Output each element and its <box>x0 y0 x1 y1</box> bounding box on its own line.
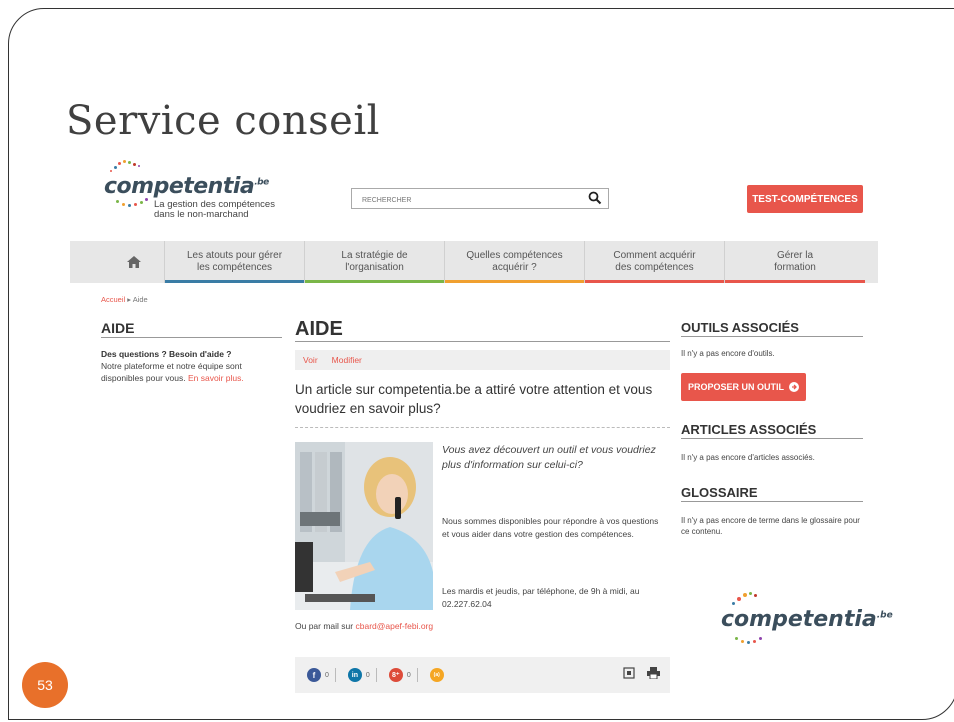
share-separator <box>375 668 377 682</box>
share-separator <box>334 668 336 682</box>
nav-underline <box>165 280 304 283</box>
page-title: AIDE <box>295 318 670 342</box>
googleplus-share[interactable]: 8⁺ 0 <box>388 668 411 682</box>
home-icon <box>127 256 141 268</box>
propose-tool-label: PROPOSER UN OUTIL <box>687 382 784 392</box>
share-count: 0 <box>365 671 370 679</box>
slide-title: Service conseil <box>66 98 380 144</box>
facebook-icon: f <box>307 668 321 682</box>
mail-prefix: Ou par mail sur <box>295 621 354 631</box>
phone-hours-text: Les mardis et jeudis, par téléphone, de … <box>442 586 640 609</box>
search-box[interactable] <box>351 188 609 210</box>
edit-tabs: Voir Modifier <box>295 350 670 370</box>
linkedin-share[interactable]: in 0 <box>347 668 370 682</box>
competentia-footer-logo: competentia.be <box>721 585 893 655</box>
search-icon[interactable] <box>588 191 602 205</box>
tab-voir[interactable]: Voir <box>303 355 318 365</box>
footer-logo-wordmark: competentia.be <box>721 607 893 632</box>
linkedin-icon: in <box>347 668 362 682</box>
articles-empty-text: Il n'y a pas encore d'articles associés. <box>681 453 815 462</box>
tab-modifier[interactable]: Modifier <box>332 355 362 365</box>
share-count: 0 <box>325 671 329 679</box>
slide-number-badge: 53 <box>22 662 68 708</box>
propose-tool-button[interactable]: PROPOSER UN OUTIL <box>681 373 806 401</box>
help-question: Des questions ? Besoin d'aide ? <box>101 349 232 359</box>
availability-text: Nous sommes disponibles pour répondre à … <box>442 516 659 539</box>
glossary-empty-text: Il n'y a pas encore de terme dans le glo… <box>681 516 860 536</box>
call-center-photo <box>295 442 433 610</box>
addthis-share[interactable]: (a) <box>429 668 448 682</box>
googleplus-icon: 8⁺ <box>388 668 403 682</box>
test-competences-button[interactable]: TEST-COMPÉTENCES <box>747 185 863 213</box>
logo-wordmark: competentia.be <box>104 174 269 199</box>
help-blurb: Des questions ? Besoin d'aide ? Notre pl… <box>101 348 271 384</box>
article-lead: Un article sur competentia.be a attiré v… <box>295 382 653 416</box>
main-nav: Les atouts pour gérer les compétences La… <box>70 241 878 283</box>
nav-underline <box>305 280 444 283</box>
nav-underline <box>725 280 865 283</box>
tools-heading: OUTILS ASSOCIÉS <box>681 320 863 337</box>
nav-item-atouts[interactable]: Les atouts pour gérer les compétences <box>165 241 305 283</box>
breadcrumb-separator: ▸ <box>127 295 132 304</box>
arrow-circle-icon <box>789 382 799 392</box>
facebook-share[interactable]: f0 <box>307 668 329 682</box>
nav-item-strategie[interactable]: La stratégie de l'organisation <box>305 241 445 283</box>
share-bar: f0 in 0 8⁺ 0 (a) <box>295 657 670 693</box>
addthis-icon: (a) <box>429 668 444 682</box>
competentia-logo[interactable]: competentia.be La gestion des compétence… <box>104 160 294 220</box>
tools-empty-text: Il n'y a pas encore d'outils. <box>681 349 775 358</box>
left-heading: AIDE <box>101 320 282 338</box>
share-actions <box>623 667 660 679</box>
nav-item-quelles-competences[interactable]: Quelles compétences acquérir ? <box>445 241 585 283</box>
print-icon[interactable] <box>647 667 660 679</box>
glossary-heading: GLOSSAIRE <box>681 485 863 502</box>
question-text: Vous avez découvert un outil et vous vou… <box>442 444 656 471</box>
mail-line: Ou par mail sur cbard@apef-febi.org <box>295 621 433 631</box>
nav-home[interactable] <box>104 241 165 283</box>
logo-tagline: La gestion des compétences dans le non-m… <box>154 199 275 220</box>
search-input[interactable] <box>352 191 592 210</box>
nav-item-gerer-formation[interactable]: Gérer la formation <box>725 241 865 283</box>
nav-underline <box>585 280 724 283</box>
share-count: 0 <box>406 671 411 679</box>
breadcrumb: Accueil ▸ Aide <box>101 295 148 304</box>
articles-heading: ARTICLES ASSOCIÉS <box>681 422 863 439</box>
website-screenshot: competentia.be La gestion des compétence… <box>70 160 893 700</box>
breadcrumb-current: Aide <box>132 295 148 304</box>
nav-underline <box>445 280 584 283</box>
divider <box>295 427 670 428</box>
learn-more-link[interactable]: En savoir plus. <box>188 373 244 383</box>
share-separator <box>416 668 418 682</box>
breadcrumb-home-link[interactable]: Accueil <box>101 295 125 304</box>
email-link[interactable]: cbard@apef-febi.org <box>355 621 433 631</box>
nav-item-comment-acquerir[interactable]: Comment acquérir des compétences <box>585 241 725 283</box>
bookmark-icon[interactable] <box>623 667 635 679</box>
